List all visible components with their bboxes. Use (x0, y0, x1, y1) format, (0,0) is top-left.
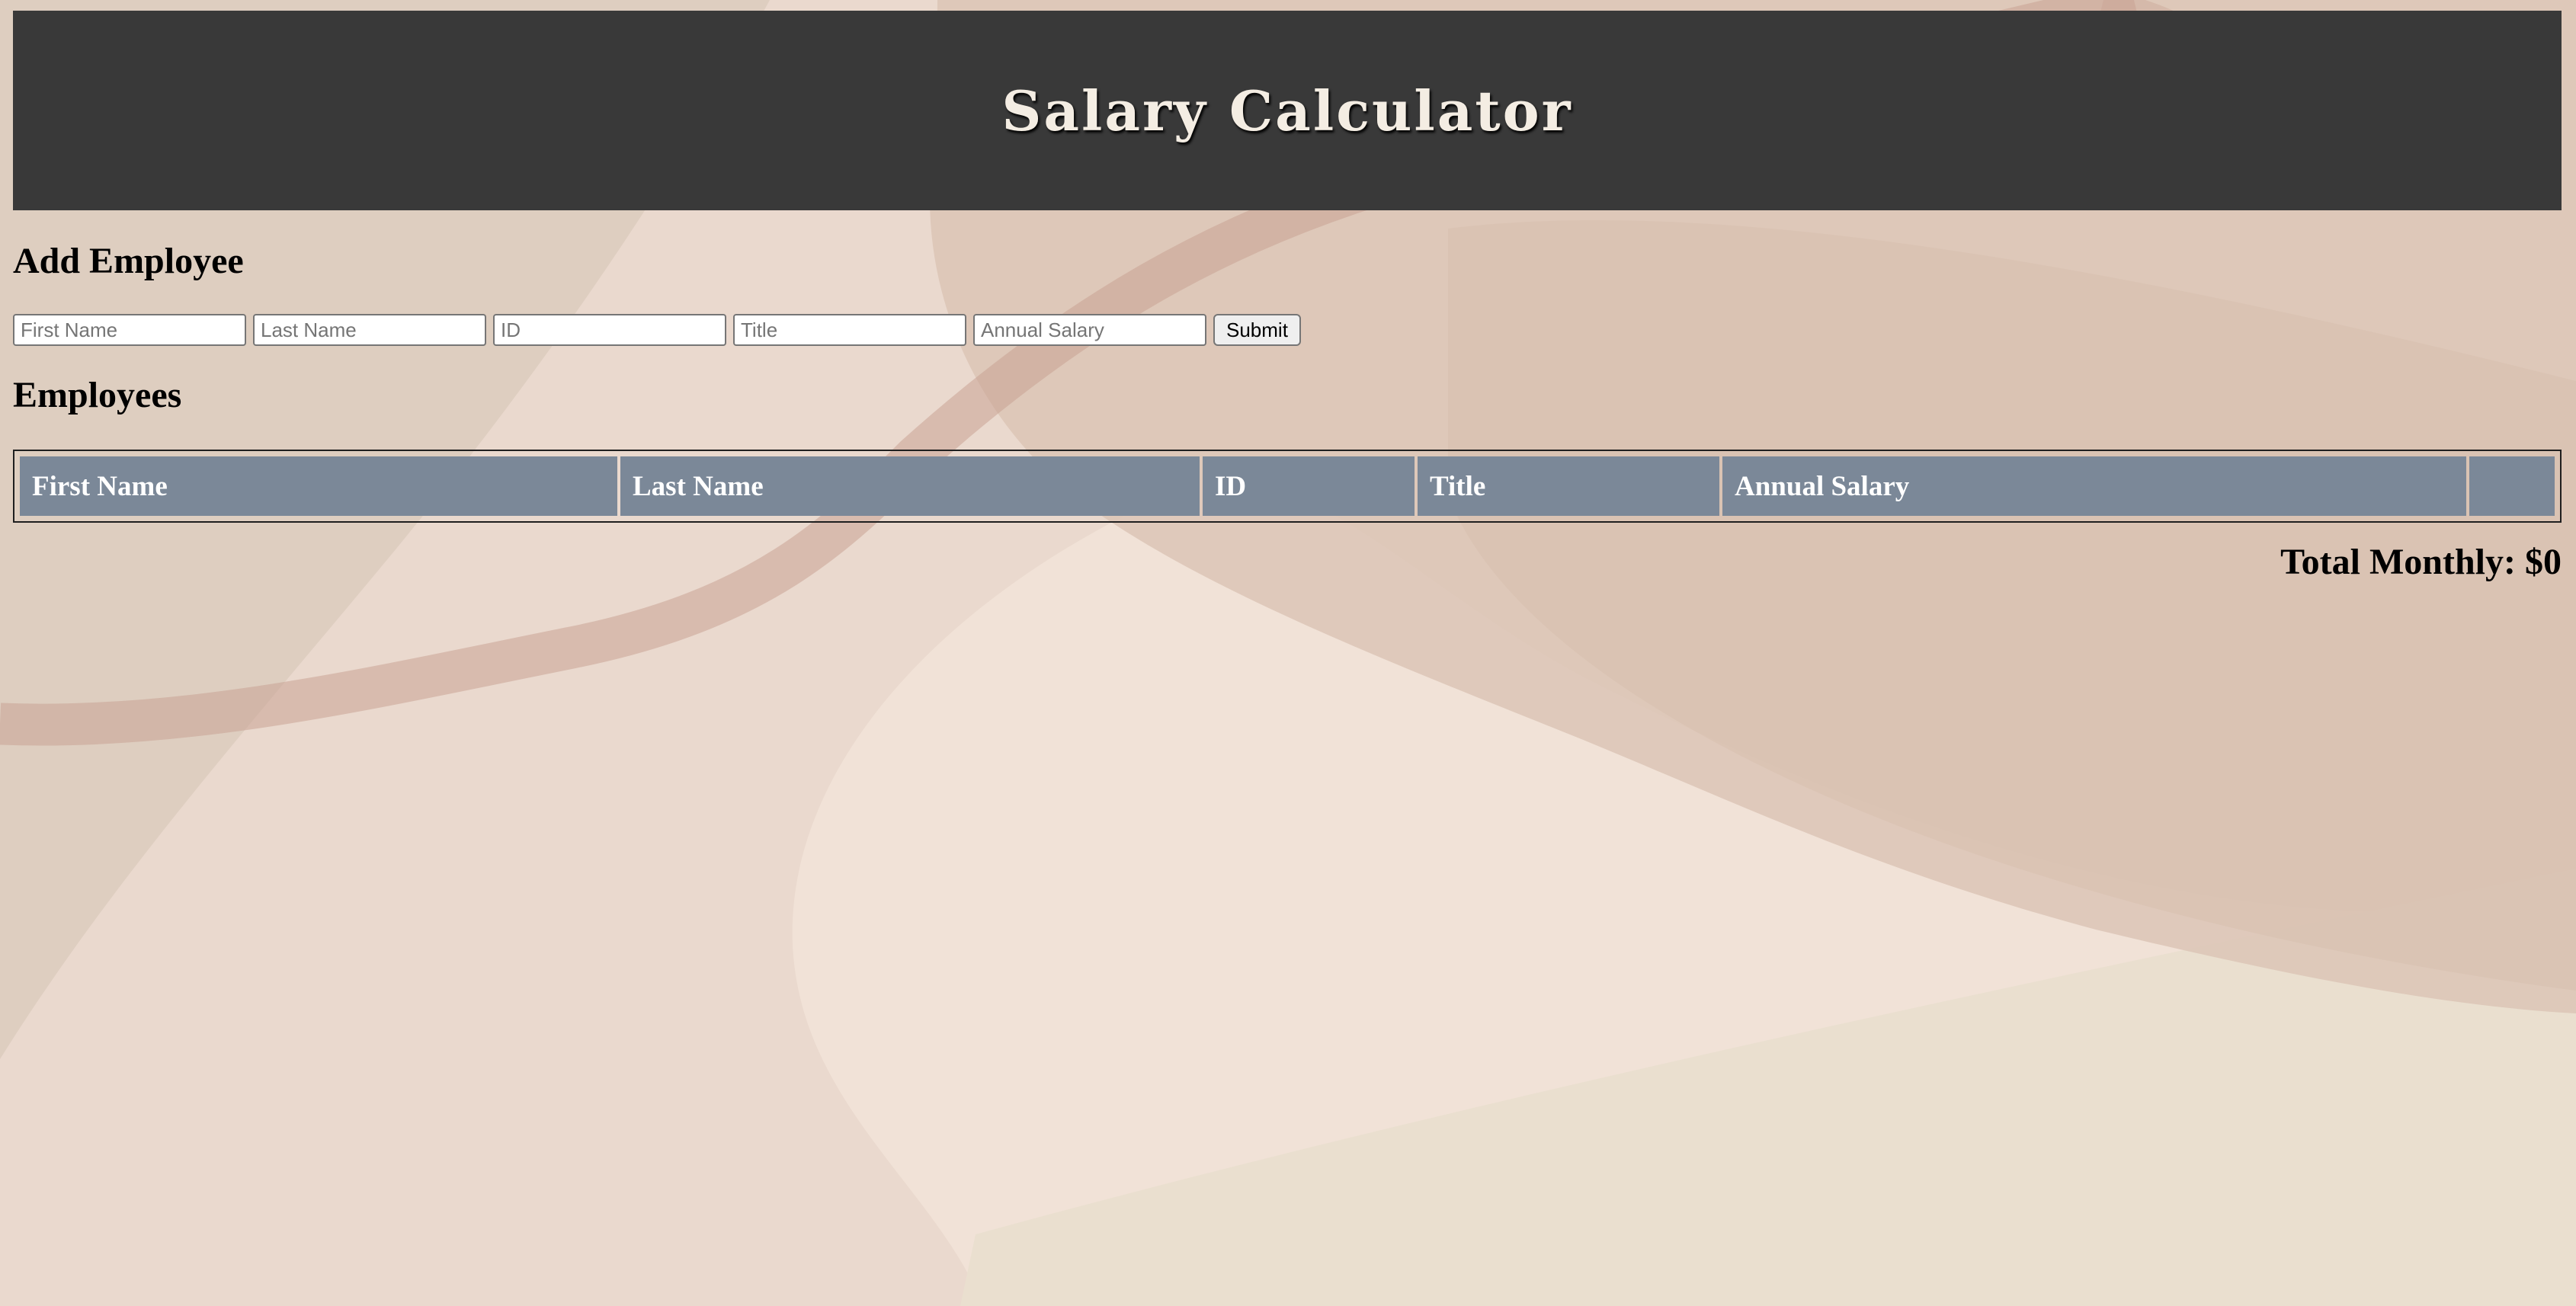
column-header-title: Title (1418, 456, 1719, 516)
submit-button[interactable]: Submit (1213, 314, 1301, 346)
first-name-input[interactable] (13, 314, 246, 346)
add-employee-form: Submit (13, 314, 1301, 346)
column-header-actions (2469, 456, 2555, 516)
title-input[interactable] (733, 314, 966, 346)
column-header-id: ID (1203, 456, 1415, 516)
annual-salary-input[interactable] (973, 314, 1206, 346)
page: Salary Calculator Add Employee Submit Em… (0, 0, 2576, 1306)
id-input[interactable] (493, 314, 726, 346)
employees-table: First Name Last Name ID Title Annual Sal… (13, 450, 2562, 523)
employees-heading: Employees (13, 375, 182, 415)
column-header-annual-salary: Annual Salary (1722, 456, 2466, 516)
column-header-last-name: Last Name (620, 456, 1200, 516)
column-header-first-name: First Name (20, 456, 617, 516)
app-header: Salary Calculator (13, 11, 2562, 210)
add-employee-heading: Add Employee (13, 241, 244, 281)
total-monthly: Total Monthly: $0 (2280, 542, 2562, 582)
table-header-row: First Name Last Name ID Title Annual Sal… (20, 456, 2555, 516)
page-title: Salary Calculator (1001, 78, 1573, 143)
last-name-input[interactable] (253, 314, 486, 346)
